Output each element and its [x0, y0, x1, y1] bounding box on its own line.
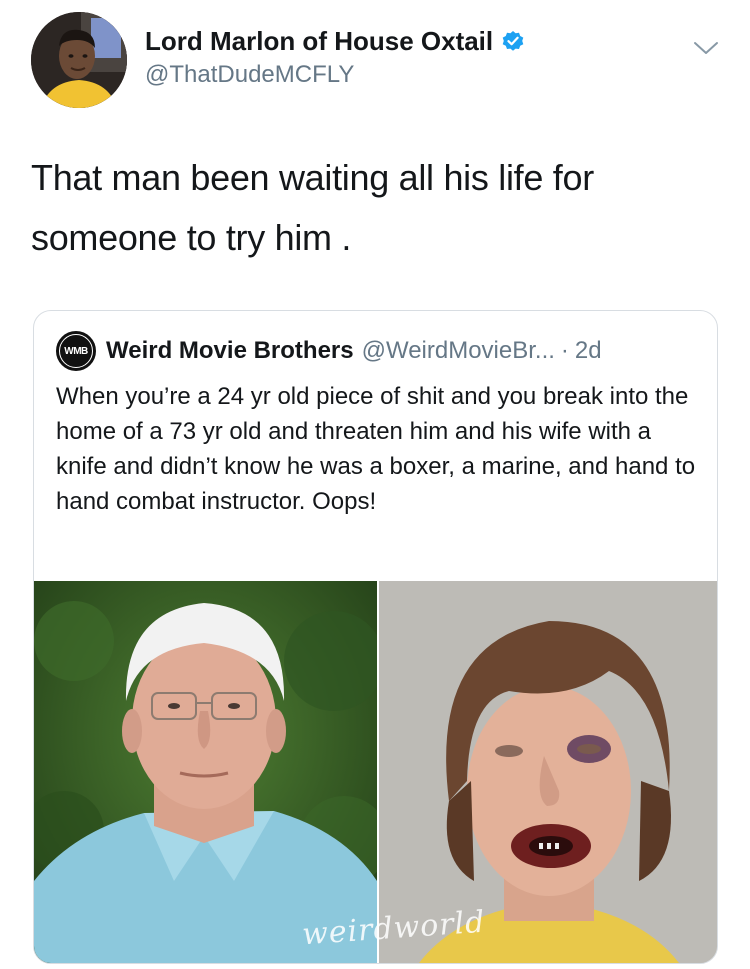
quoted-media[interactable]: weirdworld: [34, 581, 717, 963]
quoted-tweet-header: WMB Weird Movie Brothers @WeirdMovieBr..…: [56, 331, 602, 371]
tweet-text-line: That man been waiting all his life for: [31, 157, 594, 198]
media-photo-old-man[interactable]: [34, 581, 377, 963]
quoted-avatar-text: WMB: [59, 334, 93, 368]
verified-badge-icon: [501, 29, 525, 53]
quoted-tweet[interactable]: WMB Weird Movie Brothers @WeirdMovieBr..…: [33, 310, 718, 964]
tweet-text-line: someone to try him .: [31, 217, 352, 258]
quoted-author-avatar[interactable]: WMB: [56, 331, 96, 371]
separator-dot: ·: [560, 337, 569, 364]
tweet-header: Lord Marlon of House Oxtail @ThatDudeMCF…: [31, 12, 731, 112]
quoted-author-name[interactable]: Weird Movie Brothers: [106, 335, 354, 367]
media-photo-mugshot[interactable]: [377, 581, 717, 963]
quoted-tweet-text: When you’re a 24 yr old piece of shit an…: [56, 383, 696, 515]
tweet-text: That man been waiting all his life for s…: [31, 148, 711, 268]
author-avatar[interactable]: [31, 12, 127, 108]
author-info: Lord Marlon of House Oxtail @ThatDudeMCF…: [145, 26, 525, 90]
chevron-down-icon[interactable]: [693, 40, 719, 56]
quoted-author-handle[interactable]: @WeirdMovieBr...: [362, 335, 555, 367]
quoted-timestamp[interactable]: 2d: [575, 335, 602, 367]
author-display-name[interactable]: Lord Marlon of House Oxtail: [145, 26, 493, 56]
author-handle[interactable]: @ThatDudeMCFLY: [145, 60, 525, 90]
author-name-row[interactable]: Lord Marlon of House Oxtail: [145, 26, 525, 56]
